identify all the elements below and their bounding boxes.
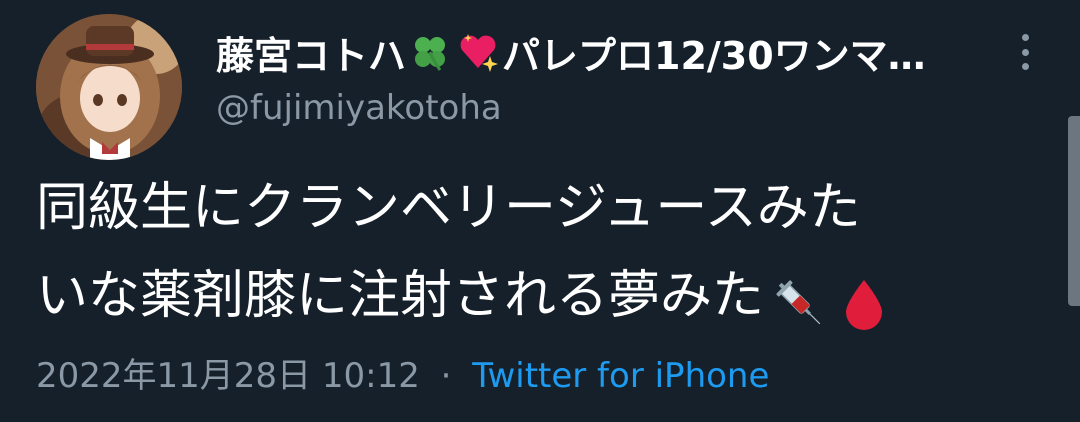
- scrollbar[interactable]: [1068, 116, 1080, 306]
- avatar[interactable]: [36, 14, 182, 160]
- drop-of-blood-icon: [836, 271, 892, 330]
- syringe-icon: [772, 271, 828, 327]
- tweet-text-line-1: 同級生にクランベリージュースみた: [36, 178, 861, 238]
- tweet-source-link[interactable]: Twitter for iPhone: [472, 356, 769, 396]
- more-dot: [1021, 48, 1029, 56]
- author-name-suffix[interactable]: パレプロ12/30ワンマ…: [502, 25, 926, 80]
- more-dot: [1021, 63, 1029, 70]
- tweet-meta: 2022年11月28日 10:12 · Twitter for iPhone: [36, 348, 769, 397]
- more-options-icon[interactable]: [1010, 30, 1040, 74]
- author-name-row[interactable]: 藤宮コトハ パレプロ12/30ワンマ…: [216, 22, 966, 82]
- tweet-text-line-2: いな薬剤膝に注射される夢みた: [36, 252, 1036, 340]
- tweet-text-line-2-text: いな薬剤膝に注射される夢みた: [36, 266, 765, 326]
- tweet-timestamp[interactable]: 2022年11月28日 10:12: [36, 356, 420, 396]
- author-handle[interactable]: @fujimiyakotoha: [216, 88, 502, 128]
- more-dot: [1021, 34, 1029, 41]
- four-leaf-clover-icon: [408, 30, 452, 74]
- tweet-text: 同級生にクランベリージュースみた いな薬剤膝に注射される夢みた: [36, 164, 1036, 340]
- sparkling-heart-icon: [456, 30, 500, 74]
- meta-separator: ·: [440, 356, 452, 396]
- author-display-name[interactable]: 藤宮コトハ: [216, 25, 406, 80]
- tweet-card: 藤宮コトハ パレプロ12/30ワンマ… @fujimiyakotoha 同級生に…: [0, 0, 1080, 422]
